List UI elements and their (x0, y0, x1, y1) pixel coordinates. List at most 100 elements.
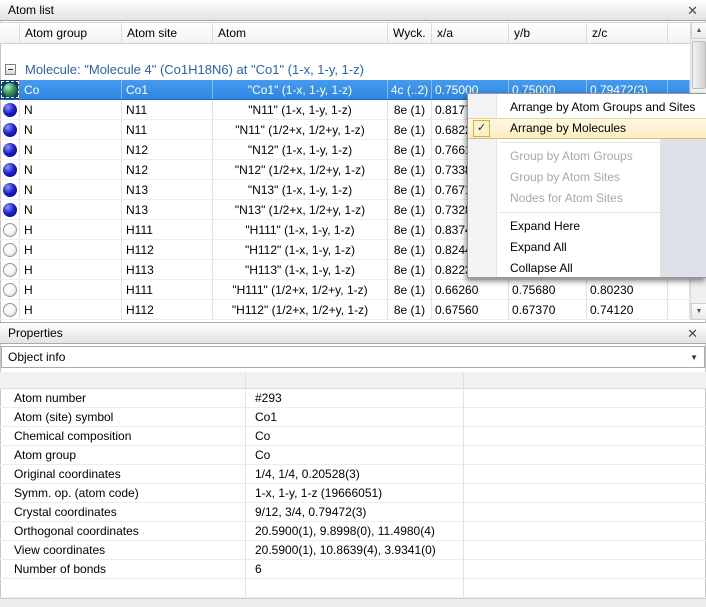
menu-separator (500, 212, 705, 213)
property-row[interactable]: Chemical composition Co (0, 427, 706, 446)
menu-item-expand-all[interactable]: Expand All (468, 237, 706, 258)
object-info-value: Object info (8, 350, 65, 364)
cell-atom-site: Co1 (122, 80, 213, 99)
object-info-select[interactable]: Object info ▼ (1, 346, 705, 368)
close-icon[interactable]: ✕ (687, 4, 698, 17)
cell-atom-group: N (20, 200, 122, 219)
cell-wyck: 8e (1) (388, 300, 432, 319)
close-icon[interactable]: ✕ (687, 327, 698, 340)
cell-atom-site: N12 (122, 160, 213, 179)
cell-wyck: 8e (1) (388, 200, 432, 219)
context-menu: Arrange by Atom Groups and Sites ✓ Arran… (467, 93, 706, 278)
cell-atom-group: H (20, 260, 122, 279)
property-row[interactable]: Symm. op. (atom code) 1-x, 1-y, 1-z (196… (0, 484, 706, 503)
menu-item-collapse-all[interactable]: Collapse All (468, 258, 706, 279)
menu-item-arrange-by-atom-groups-and-sites[interactable]: Arrange by Atom Groups and Sites (468, 97, 706, 118)
cell-wyck: 8e (1) (388, 100, 432, 119)
property-label: Original coordinates (0, 467, 245, 481)
column-header-atom[interactable]: Atom (213, 23, 388, 43)
property-value: Co (245, 429, 463, 443)
cell-zc: 0.74120 (587, 300, 668, 319)
hydrogen-atom-icon (0, 280, 20, 299)
cell-zc: 0.80230 (587, 280, 668, 299)
panel-bottom-strip (0, 598, 706, 607)
hydrogen-atom-icon (0, 300, 20, 319)
property-label: Atom group (0, 448, 245, 462)
cell-atom-group: N (20, 180, 122, 199)
cell-atom-site: H111 (122, 220, 213, 239)
app-window: Atom list ✕ Atom group Atom site Atom Wy… (0, 0, 706, 607)
scroll-down-icon[interactable]: ▼ (691, 303, 706, 320)
property-value: 1/4, 1/4, 0.20528(3) (245, 467, 463, 481)
cell-wyck: 8e (1) (388, 160, 432, 179)
property-row[interactable]: Crystal coordinates 9/12, 3/4, 0.79472(3… (0, 503, 706, 522)
nitrogen-atom-icon (0, 200, 20, 219)
nitrogen-atom-icon (0, 120, 20, 139)
table-row[interactable]: H H112 "H112" (1/2+x, 1/2+y, 1-z) 8e (1)… (0, 300, 690, 320)
menu-separator (500, 142, 705, 143)
property-label: Number of bonds (0, 562, 245, 576)
column-header-filler (668, 23, 690, 43)
cell-atom-site: H113 (122, 260, 213, 279)
cell-atom-group: N (20, 140, 122, 159)
menu-item-expand-here[interactable]: Expand Here (468, 216, 706, 237)
property-label: Atom number (0, 391, 245, 405)
column-header-atom-site[interactable]: Atom site (122, 23, 213, 43)
scroll-up-icon[interactable]: ▲ (691, 22, 706, 39)
property-label: Symm. op. (atom code) (0, 486, 245, 500)
cell-wyck: 8e (1) (388, 180, 432, 199)
table-row[interactable]: H H111 "H111" (1/2+x, 1/2+y, 1-z) 8e (1)… (0, 280, 690, 300)
cell-atom-group: N (20, 160, 122, 179)
column-header-atom-group[interactable]: Atom group (20, 23, 122, 43)
property-row[interactable]: Atom (site) symbol Co1 (0, 408, 706, 427)
collapse-expander-icon[interactable] (5, 64, 16, 75)
cell-atom: "N12" (1-x, 1-y, 1-z) (213, 140, 388, 159)
cell-atom-group: N (20, 120, 122, 139)
property-value: 20.5900(1), 10.8639(4), 3.9341(0) (245, 543, 463, 557)
property-label: View coordinates (0, 543, 245, 557)
column-header-xa[interactable]: x/a (432, 23, 509, 43)
property-row[interactable]: Orthogonal coordinates 20.5900(1), 9.899… (0, 522, 706, 541)
cell-wyck: 4c (..2) (388, 80, 432, 99)
column-header-zc[interactable]: z/c (587, 23, 668, 43)
cell-atom: "H111" (1-x, 1-y, 1-z) (213, 220, 388, 239)
property-row[interactable]: Original coordinates 1/4, 1/4, 0.20528(3… (0, 465, 706, 484)
column-header-yb[interactable]: y/b (509, 23, 587, 43)
cell-atom-site: N11 (122, 100, 213, 119)
column-header-icon[interactable] (0, 23, 20, 43)
hydrogen-atom-icon (0, 260, 20, 279)
property-row[interactable]: View coordinates 20.5900(1), 10.8639(4),… (0, 541, 706, 560)
dropdown-arrow-icon: ▼ (690, 353, 698, 362)
property-label: Crystal coordinates (0, 505, 245, 519)
cell-atom-group: H (20, 240, 122, 259)
property-value: 20.5900(1), 9.8998(0), 11.4980(4) (245, 524, 463, 538)
property-label: Chemical composition (0, 429, 245, 443)
properties-grid: Atom number #293 Atom (site) symbol Co1 … (0, 389, 706, 598)
cell-atom: "N13" (1-x, 1-y, 1-z) (213, 180, 388, 199)
atom-list-titlebar: Atom list ✕ (0, 0, 706, 21)
cell-atom: "H112" (1/2+x, 1/2+y, 1-z) (213, 300, 388, 319)
checkmark-icon: ✓ (473, 120, 490, 137)
menu-item-group-by-atom-sites: Group by Atom Sites (468, 167, 706, 188)
cell-wyck: 8e (1) (388, 140, 432, 159)
cell-atom: "N13" (1/2+x, 1/2+y, 1-z) (213, 200, 388, 219)
scrollbar-thumb[interactable] (692, 41, 706, 89)
cell-atom: "N11" (1/2+x, 1/2+y, 1-z) (213, 120, 388, 139)
menu-item-arrange-by-molecules[interactable]: ✓ Arrange by Molecules (468, 118, 706, 139)
cell-wyck: 8e (1) (388, 240, 432, 259)
property-row[interactable]: Number of bonds 6 (0, 560, 706, 579)
property-row[interactable]: Atom number #293 (0, 389, 706, 408)
nitrogen-atom-icon (0, 140, 20, 159)
nitrogen-atom-icon (0, 160, 20, 179)
cell-atom-group: N (20, 100, 122, 119)
property-value: Co1 (245, 410, 463, 424)
cell-atom: "Co1" (1-x, 1-y, 1-z) (213, 80, 388, 99)
atom-list-header: Atom group Atom site Atom Wyck. x/a y/b … (0, 22, 690, 44)
cell-wyck: 8e (1) (388, 280, 432, 299)
cell-xa: 0.67560 (432, 300, 509, 319)
molecule-group-row[interactable]: Molecule: "Molecule 4" (Co1H18N6) at "Co… (0, 60, 690, 79)
cell-atom-group: H (20, 300, 122, 319)
column-header-wyck[interactable]: Wyck. (388, 23, 432, 43)
property-row[interactable]: Atom group Co (0, 446, 706, 465)
cell-atom: "H111" (1/2+x, 1/2+y, 1-z) (213, 280, 388, 299)
